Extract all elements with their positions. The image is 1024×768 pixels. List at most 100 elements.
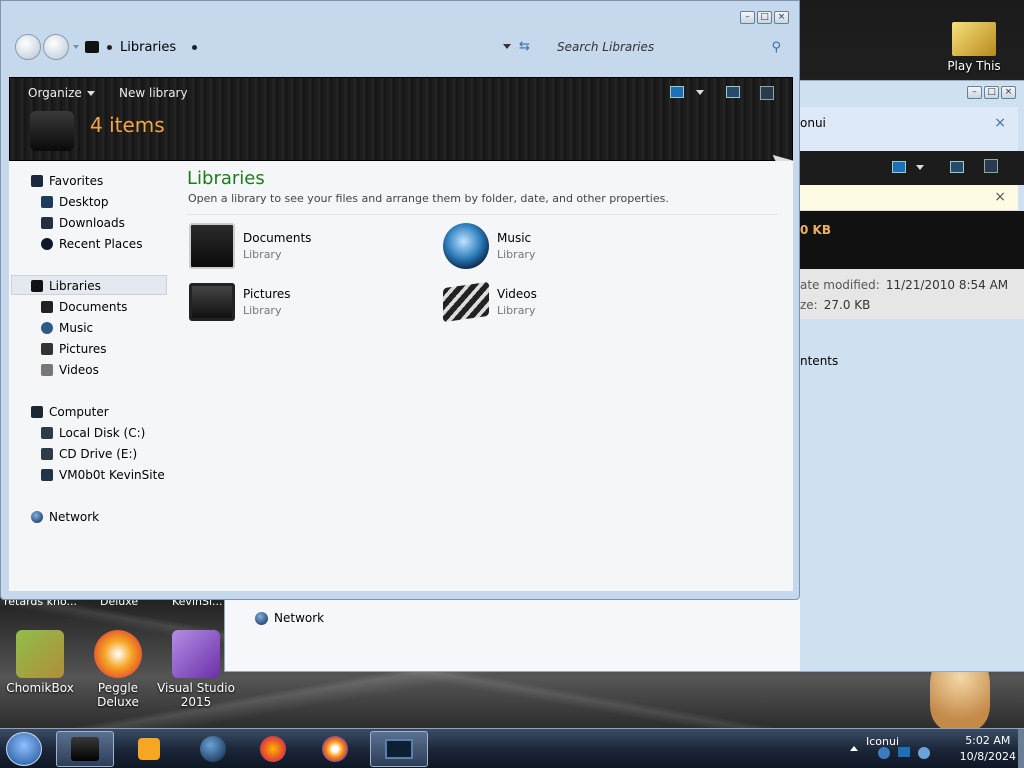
globe-icon: [200, 736, 226, 762]
minimize-button[interactable]: –: [740, 11, 755, 24]
chevron-down-icon[interactable]: [696, 90, 704, 95]
documents-icon: [41, 301, 53, 313]
nav-item-music[interactable]: Music: [41, 321, 93, 335]
monitor-tray-icon[interactable]: [898, 747, 910, 757]
nav-item-label: Recent Places: [59, 237, 143, 251]
video-file-icon: [952, 22, 996, 56]
preview-pane-icon[interactable]: [950, 161, 964, 173]
desktop-icon-peggle[interactable]: Peggle Deluxe: [78, 630, 158, 709]
clock[interactable]: 5:02 AM 10/8/2024: [960, 733, 1016, 765]
close-button[interactable]: ×: [1001, 86, 1016, 99]
nav-item-documents[interactable]: Documents: [41, 300, 127, 314]
minimize-button[interactable]: –: [967, 86, 982, 99]
desktop-icon-label: Peggle Deluxe: [97, 681, 139, 709]
nav-item-videos[interactable]: Videos: [41, 363, 99, 377]
breadcrumb-separator-icon[interactable]: [107, 44, 112, 50]
nav-item-downloads[interactable]: Downloads: [41, 216, 125, 230]
show-desktop-button[interactable]: [1018, 729, 1024, 768]
size-label: ze:: [800, 298, 818, 312]
taskbar-globe-app[interactable]: [184, 731, 242, 767]
background-address-bar[interactable]: onui ×: [800, 107, 1018, 151]
nav-item-kevinsite[interactable]: VM0b0t KevinSite: [41, 468, 165, 482]
command-bar: Organize New library 4 items: [9, 77, 793, 161]
close-button[interactable]: ×: [774, 11, 789, 24]
nav-item-recent-places[interactable]: Recent Places: [41, 237, 142, 251]
library-kind: Library: [497, 248, 536, 261]
library-videos[interactable]: Videos Library: [443, 279, 537, 323]
library-documents[interactable]: Documents Library: [189, 223, 311, 269]
maximize-button[interactable]: □: [757, 11, 772, 24]
refresh-icon[interactable]: ⇆: [519, 39, 530, 54]
system-tray: Iconui 5:02 AM 10/8/2024: [844, 729, 1024, 768]
taskbar-firefox[interactable]: [244, 731, 302, 767]
search-placeholder: Search Libraries: [557, 40, 655, 54]
nav-item-local-disk[interactable]: Local Disk (C:): [41, 426, 145, 440]
nav-item-libraries[interactable]: Libraries: [31, 279, 101, 293]
breadcrumb-separator-icon[interactable]: [192, 44, 198, 50]
date-modified-value: 11/21/2010 8:54 AM: [885, 278, 1009, 292]
network-tray-icon[interactable]: [878, 747, 890, 759]
visual-studio-icon: [172, 630, 220, 678]
desktop-icon-chomikbox[interactable]: ChomikBox: [0, 630, 80, 695]
network-icon: [255, 611, 268, 625]
maximize-button[interactable]: □: [984, 86, 999, 99]
nav-item-pictures[interactable]: Pictures: [41, 342, 107, 356]
help-icon[interactable]: [984, 159, 998, 173]
nav-item-label: Network: [274, 611, 325, 625]
taskbar-explorer[interactable]: [56, 731, 114, 767]
help-icon[interactable]: [760, 86, 774, 100]
address-bar[interactable]: Libraries: [85, 35, 517, 59]
back-button[interactable]: [15, 34, 41, 60]
pictures-icon: [189, 283, 235, 321]
tray-overflow-icon[interactable]: [850, 746, 858, 751]
downloads-icon: [41, 217, 53, 229]
desktop-icon-play-this[interactable]: Play This: [934, 22, 1014, 73]
details-pane: ate modified: 11/21/2010 8:54 AM ze: 27.…: [800, 269, 1024, 319]
nav-item-desktop[interactable]: Desktop: [41, 195, 109, 209]
explorer-window[interactable]: – □ × Libraries ⇆ Search Libraries ⚲ Org…: [0, 0, 800, 600]
organize-label: Organize: [28, 86, 82, 100]
address-dropdown-icon[interactable]: [503, 44, 511, 49]
content-area: Favorites Desktop Downloads Recent Place…: [9, 161, 793, 591]
videos-icon: [443, 281, 489, 323]
library-name: Documents: [243, 231, 312, 245]
libraries-icon: [85, 41, 99, 53]
breadcrumb[interactable]: Libraries: [120, 40, 176, 55]
network-drive-icon: [41, 469, 53, 481]
nav-item-network[interactable]: Network: [31, 510, 99, 524]
desktop-icon-label: ChomikBox: [6, 681, 74, 695]
chevron-down-icon[interactable]: [73, 45, 79, 49]
organize-button[interactable]: Organize: [28, 86, 95, 100]
change-view-icon[interactable]: [670, 86, 684, 98]
nav-item-label: Network: [49, 510, 100, 524]
new-library-button[interactable]: New library: [119, 86, 188, 100]
search-input[interactable]: Search Libraries ⚲: [549, 35, 789, 59]
search-icon[interactable]: ⚲: [771, 40, 781, 55]
close-icon[interactable]: ×: [994, 115, 1006, 131]
preview-pane-icon[interactable]: [726, 86, 740, 98]
page-title: Libraries: [187, 168, 265, 189]
documents-icon: [189, 223, 235, 269]
globe-tray-icon[interactable]: [918, 747, 930, 759]
forward-button[interactable]: [43, 34, 69, 60]
taskbar-browser[interactable]: [306, 731, 364, 767]
music-icon: [443, 223, 489, 269]
close-icon[interactable]: ×: [994, 189, 1006, 205]
info-bar: ×: [800, 185, 1018, 211]
chevron-down-icon[interactable]: [916, 165, 924, 170]
computer-icon: [31, 406, 43, 418]
clock-time: 5:02 AM: [965, 734, 1011, 747]
view-icon[interactable]: [892, 161, 906, 173]
nav-item-computer[interactable]: Computer: [31, 405, 109, 419]
taskbar-window[interactable]: [370, 731, 428, 767]
start-button[interactable]: [6, 732, 42, 766]
library-music[interactable]: Music Library: [443, 223, 535, 269]
library-pictures[interactable]: Pictures Library: [189, 279, 291, 321]
nav-item-network[interactable]: Network: [255, 611, 324, 625]
taskbar-media-player[interactable]: [120, 731, 178, 767]
nav-item-cd-drive[interactable]: CD Drive (E:): [41, 447, 137, 461]
library-name: Pictures: [243, 287, 291, 301]
nav-item-favorites[interactable]: Favorites: [31, 174, 103, 188]
library-kind: Library: [243, 248, 282, 261]
taskbar: Iconui 5:02 AM 10/8/2024: [0, 728, 1024, 768]
